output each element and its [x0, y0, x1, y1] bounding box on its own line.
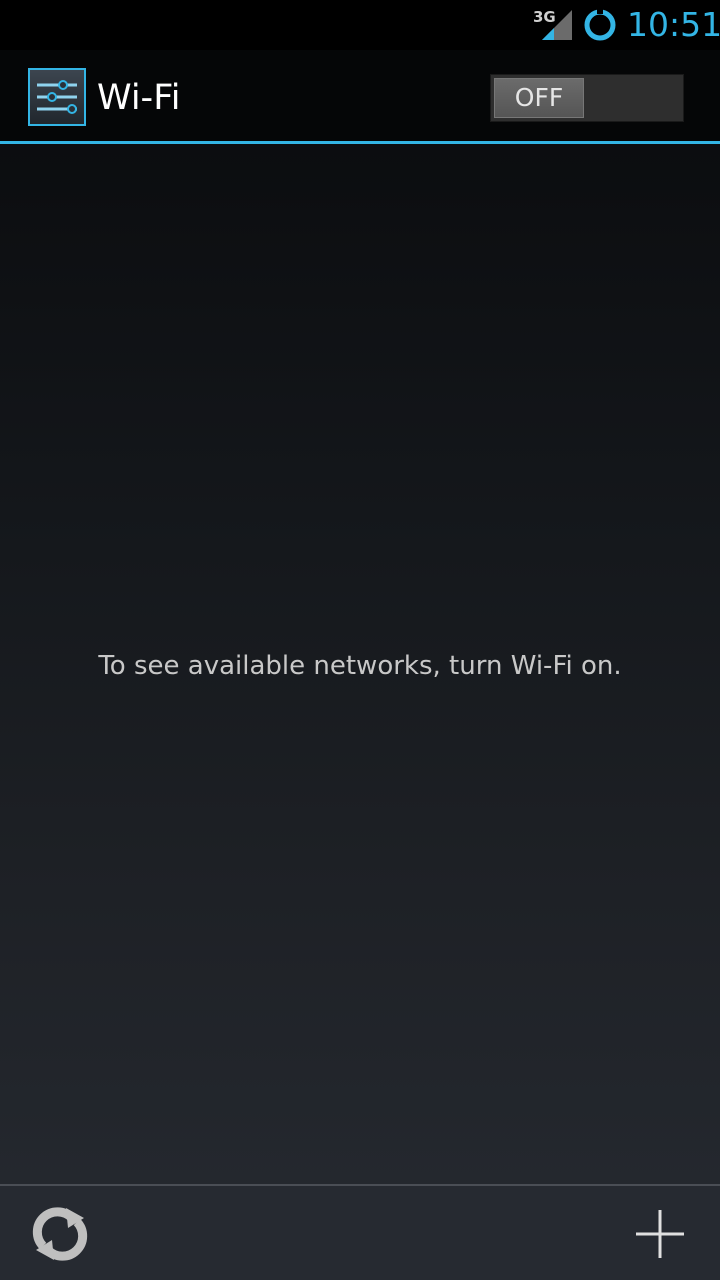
plus-icon: [636, 1210, 684, 1258]
page-title: Wi-Fi: [97, 78, 181, 118]
signal-icon: [542, 10, 572, 40]
bottom-action-bar: [0, 1184, 720, 1280]
wifi-toggle-switch[interactable]: OFF: [490, 74, 684, 122]
wifi-toggle-label: OFF: [494, 78, 584, 118]
battery-charging-icon: [584, 8, 616, 41]
scan-button[interactable]: [20, 1196, 100, 1272]
settings-sliders-icon[interactable]: [28, 68, 86, 126]
refresh-icon: [32, 1207, 88, 1261]
clock: 10:51: [627, 5, 720, 44]
add-network-button[interactable]: [620, 1196, 700, 1272]
screen: 3G 10:51 Wi-Fi OFF To see available netw…: [0, 0, 720, 1280]
action-bar: Wi-Fi OFF: [0, 50, 720, 144]
status-bar: 3G 10:51: [0, 0, 720, 50]
wifi-off-message: To see available networks, turn Wi-Fi on…: [98, 651, 622, 681]
